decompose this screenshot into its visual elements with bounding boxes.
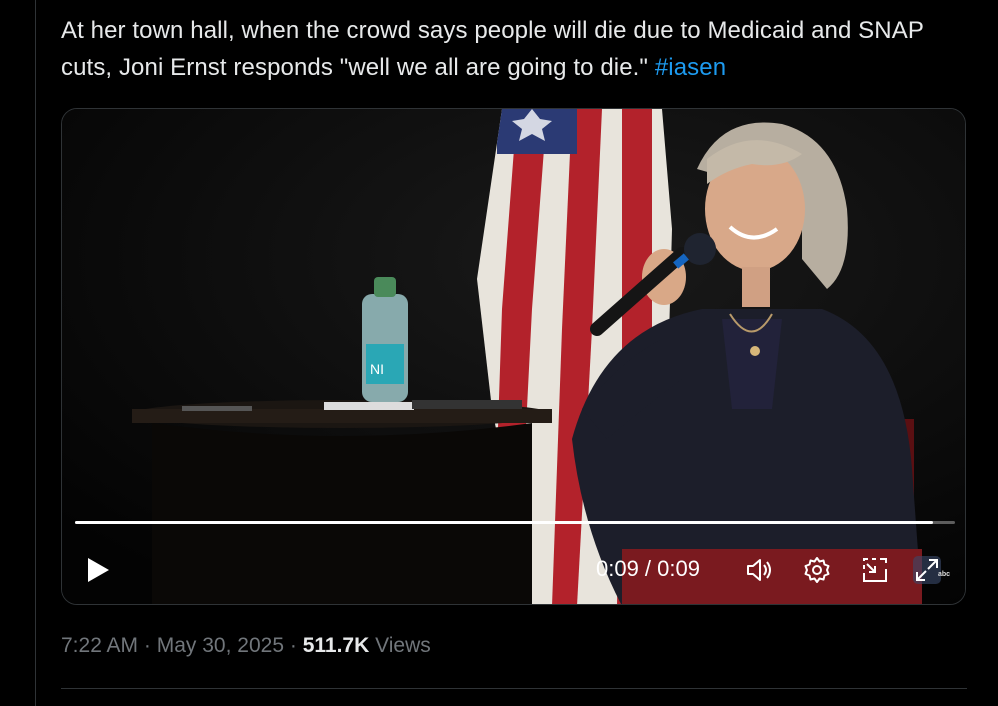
video-time-display: 0:09 / 0:09 (596, 556, 700, 581)
timeline-border (35, 0, 36, 706)
separator: · (143, 634, 151, 657)
abc-watermark: abc (938, 571, 951, 578)
fullscreen-button[interactable] (912, 555, 942, 585)
picture-in-picture-button[interactable] (860, 555, 890, 585)
play-button[interactable] (82, 555, 112, 585)
volume-icon (747, 559, 771, 581)
tweet-date[interactable]: May 30, 2025 (157, 634, 284, 657)
separator: · (289, 634, 297, 657)
views-label: Views (375, 634, 431, 657)
svg-text:NI: NI (370, 361, 384, 377)
divider (61, 688, 967, 689)
play-icon (88, 558, 109, 582)
volume-button[interactable] (744, 555, 774, 585)
hashtag-link[interactable]: #iasen (655, 54, 726, 81)
video-player[interactable]: NI 0:09 / 0:09 abc (61, 108, 966, 605)
tweet-metadata: 7:22 AM · May 30, 2025 · 511.7K Views (61, 634, 431, 658)
views-count: 511.7K (302, 634, 370, 657)
tweet-text: At her town hall, when the crowd says pe… (61, 12, 961, 86)
video-frame: NI (62, 109, 965, 604)
settings-icon (804, 557, 830, 583)
fullscreen-icon (913, 556, 941, 584)
video-progress-fill (75, 521, 933, 524)
settings-button[interactable] (802, 555, 832, 585)
tweet-time[interactable]: 7:22 AM (61, 634, 138, 657)
pip-icon (863, 558, 887, 582)
tweet-body: At her town hall, when the crowd says pe… (61, 17, 924, 81)
video-progress-bar[interactable] (75, 521, 955, 524)
